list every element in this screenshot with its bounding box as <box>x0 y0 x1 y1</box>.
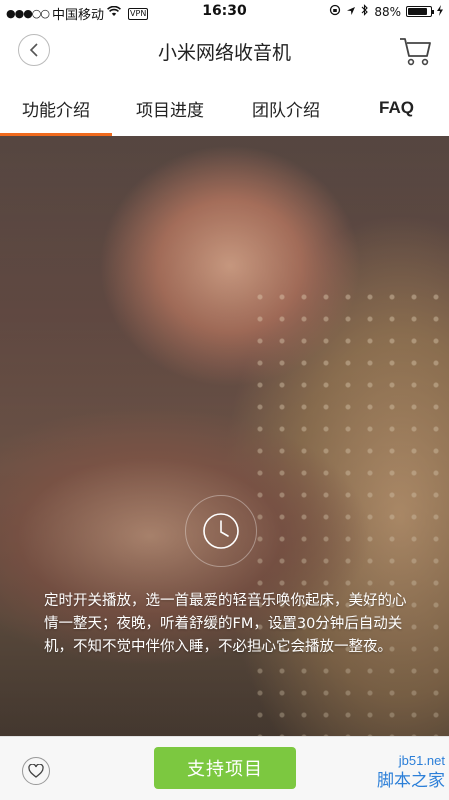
watermark: jb51.net 脚本之家 <box>377 751 445 791</box>
battery-icon <box>406 6 434 17</box>
tab-bar: 功能介绍 项目进度 团队介绍 FAQ <box>0 80 449 136</box>
charging-icon <box>437 4 443 19</box>
like-button[interactable] <box>22 757 50 785</box>
bottom-bar: 支持项目 jb51.net 脚本之家 <box>0 736 449 800</box>
heart-icon <box>28 764 44 778</box>
tab-team[interactable]: 团队介绍 <box>228 80 344 136</box>
tab-progress[interactable]: 项目进度 <box>112 80 228 136</box>
cart-icon <box>400 38 431 66</box>
status-bar: ●●●○○ 中国移动 VPN 16:30 88% <box>0 0 449 24</box>
watermark-name: 脚本之家 <box>377 771 445 791</box>
hero-image: 定时开关播放，选一首最爱的轻音乐唤你起床，美好的心情一整天；夜晚，听着舒缓的FM… <box>0 136 449 736</box>
clock-badge <box>185 495 257 567</box>
nav-bar: 小米网络收音机 <box>0 24 449 80</box>
clock-icon <box>203 513 239 549</box>
support-project-button[interactable]: 支持项目 <box>154 747 296 789</box>
status-right: 88% <box>329 4 443 19</box>
bluetooth-icon <box>361 4 369 19</box>
rotation-lock-icon <box>329 4 341 19</box>
location-icon <box>346 5 356 19</box>
tab-faq[interactable]: FAQ <box>344 80 449 136</box>
tab-features[interactable]: 功能介绍 <box>0 80 112 136</box>
battery-level <box>408 8 428 15</box>
battery-percent: 88% <box>374 4 401 19</box>
feature-description: 定时开关播放，选一首最爱的轻音乐唤你起床，美好的心情一整天；夜晚，听着舒缓的FM… <box>44 593 407 655</box>
cart-button[interactable] <box>395 30 435 70</box>
watermark-url: jb51.net <box>398 753 445 768</box>
page-title: 小米网络收音机 <box>157 42 291 64</box>
